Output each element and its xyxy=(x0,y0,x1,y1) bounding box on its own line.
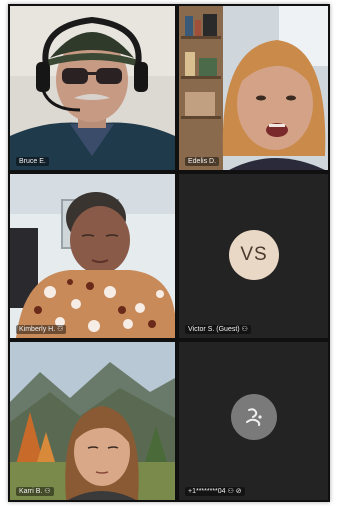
participant-name: Edelis D. xyxy=(185,157,220,166)
participant-tile-phone[interactable]: +1********04 ⚇ ⊘ xyxy=(179,342,328,500)
participant-name: Karri B. ⚇ xyxy=(16,487,54,496)
phone-caller-avatar xyxy=(231,394,277,440)
participant-video-kimberly xyxy=(10,174,175,338)
participant-video-bruce xyxy=(10,6,175,170)
phone-caller-icon xyxy=(246,408,262,426)
participant-video-edelis xyxy=(179,6,328,170)
participant-video-karri xyxy=(10,342,175,500)
participant-name: Kimberly H. ⚇ xyxy=(16,325,67,334)
participant-tile-karri[interactable]: Karri B. ⚇ xyxy=(10,342,175,500)
participant-tile-victor[interactable]: VS Victor S. (Guest) ⚇ xyxy=(179,174,328,338)
participant-tile-edelis[interactable]: Edelis D. xyxy=(179,6,328,170)
initials-avatar: VS xyxy=(229,230,279,280)
participant-name: +1********04 ⚇ ⊘ xyxy=(185,487,245,496)
video-call-grid: Bruce E. Edelis D. Kimberly H. ⚇ VS Vict… xyxy=(8,4,330,502)
participant-name: Victor S. (Guest) ⚇ xyxy=(185,325,251,334)
participant-tile-kimberly[interactable]: Kimberly H. ⚇ xyxy=(10,174,175,338)
participant-name: Bruce E. xyxy=(16,157,49,166)
participant-tile-bruce[interactable]: Bruce E. xyxy=(10,6,175,170)
